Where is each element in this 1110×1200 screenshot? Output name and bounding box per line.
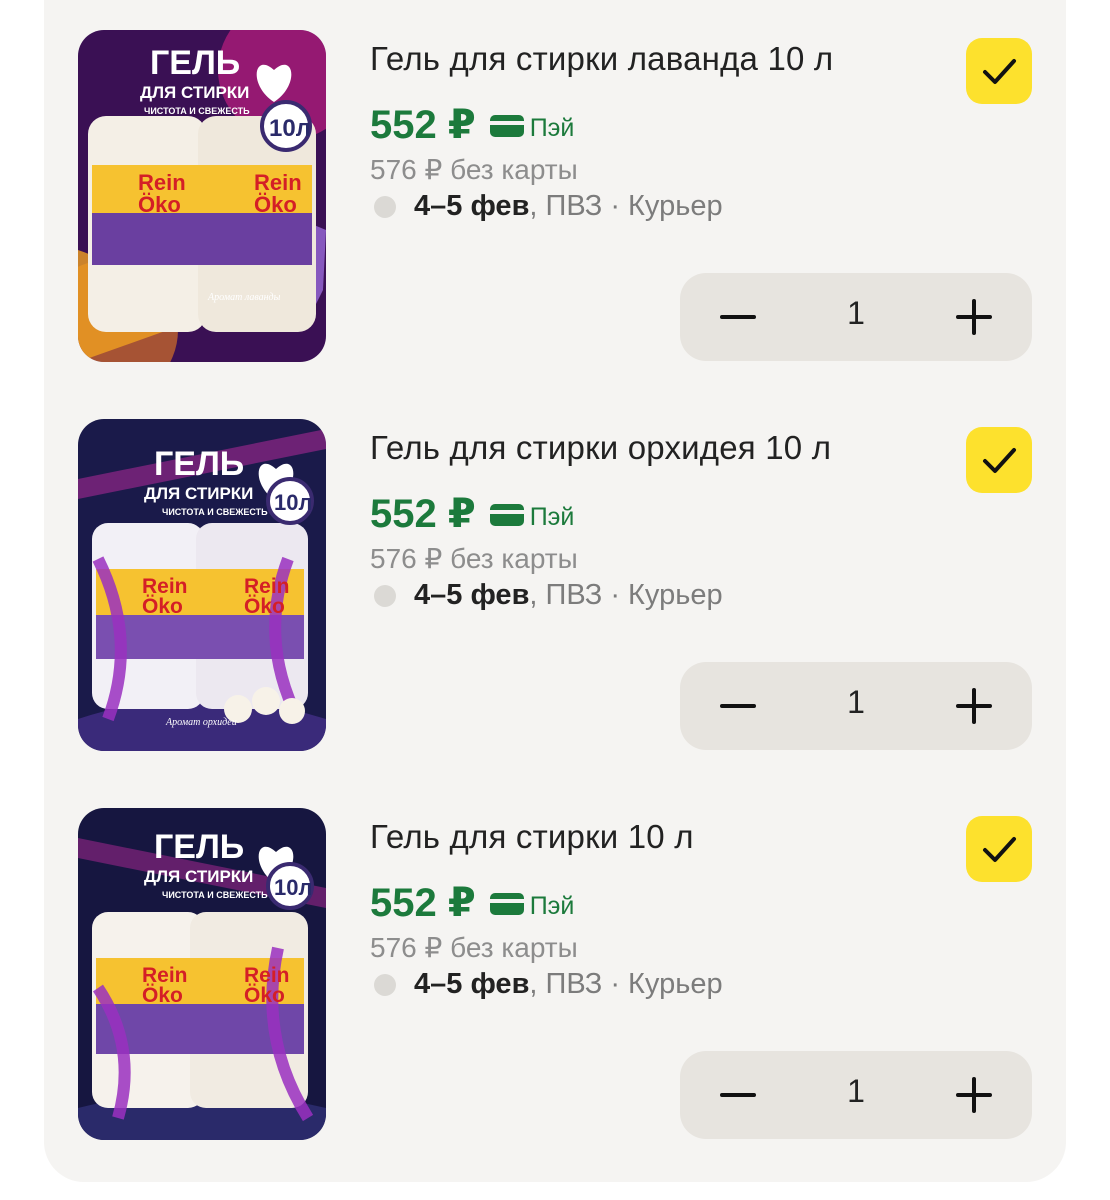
delivery-methods: , ПВЗ · Курьер xyxy=(529,190,723,222)
svg-text:Öko: Öko xyxy=(244,595,285,618)
price: 552 ₽ xyxy=(370,881,476,925)
delivery-info: 4–5 фев , ПВЗ · Курьер xyxy=(374,190,723,223)
increase-button[interactable] xyxy=(924,662,1024,750)
delivery-dates: 4–5 фев xyxy=(414,579,530,611)
delivery-dates: 4–5 фев xyxy=(414,190,530,222)
checkmark-icon xyxy=(983,837,1016,862)
select-checkbox[interactable] xyxy=(966,427,1032,493)
delivery-methods: , ПВЗ · Курьер xyxy=(529,579,723,611)
card-icon xyxy=(489,893,524,915)
select-checkbox[interactable] xyxy=(966,816,1032,882)
plus-icon xyxy=(956,299,992,335)
cart-item: Rein Öko Rein Öko ГЕЛЬ ДЛЯ СТИРКИ ЧИСТОТ… xyxy=(44,419,1066,779)
card-icon xyxy=(489,115,524,137)
product-title[interactable]: Гель для стирки 10 л xyxy=(370,818,694,856)
svg-text:ЧИСТОТА И СВЕЖЕСТЬ: ЧИСТОТА И СВЕЖЕСТЬ xyxy=(162,507,268,517)
pay-label: Пэй xyxy=(529,502,575,531)
checkmark-icon xyxy=(983,448,1016,473)
product-title[interactable]: Гель для стирки лаванда 10 л xyxy=(370,40,833,78)
svg-text:Öko: Öko xyxy=(254,192,297,217)
price-without-card: 576 ₽ без карты xyxy=(370,154,578,185)
plus-icon xyxy=(956,688,992,724)
svg-text:10л: 10л xyxy=(269,115,311,142)
svg-text:ЧИСТОТА И СВЕЖЕСТЬ: ЧИСТОТА И СВЕЖЕСТЬ xyxy=(162,890,268,900)
select-checkbox[interactable] xyxy=(966,38,1032,104)
price: 552 ₽ xyxy=(370,103,476,147)
svg-text:Аромат лаванды: Аромат лаванды xyxy=(207,292,281,303)
product-image[interactable]: Rein Öko Rein Öko ГЕЛЬ ДЛЯ СТИРКИ ЧИСТОТ… xyxy=(78,419,326,751)
svg-text:ДЛЯ СТИРКИ: ДЛЯ СТИРКИ xyxy=(144,867,253,886)
product-image[interactable]: Rein Öko Rein Öko ГЕЛЬ ДЛЯ СТИРКИ ЧИСТОТ… xyxy=(78,808,326,1140)
product-image[interactable]: Rein Öko Rein Öko ГЕЛЬ ДЛЯ СТИРКИ ЧИСТОТ… xyxy=(78,30,326,362)
cart-item: Rein Öko Rein Öko ГЕЛЬ ДЛЯ СТИРКИ ЧИСТОТ… xyxy=(44,30,1066,390)
svg-text:ГЕЛЬ: ГЕЛЬ xyxy=(154,828,244,866)
status-dot-icon xyxy=(374,584,396,607)
status-dot-icon xyxy=(374,195,396,218)
svg-text:Öko: Öko xyxy=(142,984,183,1007)
price-without-card: 576 ₽ без карты xyxy=(370,932,578,963)
svg-text:10л: 10л xyxy=(274,875,312,900)
checkmark-icon xyxy=(983,59,1016,84)
price: 552 ₽ xyxy=(370,492,476,536)
svg-text:10л: 10л xyxy=(274,490,312,515)
svg-text:ЧИСТОТА И СВЕЖЕСТЬ: ЧИСТОТА И СВЕЖЕСТЬ xyxy=(144,106,250,116)
svg-text:Öko: Öko xyxy=(138,192,181,217)
price-row: 552 ₽ Пэй xyxy=(370,491,574,537)
delivery-dates: 4–5 фев xyxy=(414,968,530,1000)
increase-button[interactable] xyxy=(924,1051,1024,1139)
cart-panel: Rein Öko Rein Öko ГЕЛЬ ДЛЯ СТИРКИ ЧИСТОТ… xyxy=(44,0,1066,1182)
delivery-info: 4–5 фев , ПВЗ · Курьер xyxy=(374,579,723,612)
pay-label: Пэй xyxy=(529,113,575,142)
svg-text:Öko: Öko xyxy=(244,984,285,1007)
product-title[interactable]: Гель для стирки орхидея 10 л xyxy=(370,429,831,467)
price-row: 552 ₽ Пэй xyxy=(370,880,574,926)
increase-button[interactable] xyxy=(924,273,1024,361)
svg-text:Аромат орхидеи: Аромат орхидеи xyxy=(165,717,237,728)
svg-text:ДЛЯ СТИРКИ: ДЛЯ СТИРКИ xyxy=(144,484,253,503)
svg-text:ГЕЛЬ: ГЕЛЬ xyxy=(150,44,240,82)
quantity-stepper: 1 xyxy=(680,1051,1032,1139)
quantity-stepper: 1 xyxy=(680,662,1032,750)
svg-text:Öko: Öko xyxy=(142,595,183,618)
quantity-stepper: 1 xyxy=(680,273,1032,361)
delivery-info: 4–5 фев , ПВЗ · Курьер xyxy=(374,968,723,1001)
cart-item: Rein Öko Rein Öko ГЕЛЬ ДЛЯ СТИРКИ ЧИСТОТ… xyxy=(44,808,1066,1168)
price-row: 552 ₽ Пэй xyxy=(370,102,574,148)
card-icon xyxy=(489,504,524,526)
svg-text:ГЕЛЬ: ГЕЛЬ xyxy=(154,445,244,483)
price-without-card: 576 ₽ без карты xyxy=(370,543,578,574)
status-dot-icon xyxy=(374,973,396,996)
delivery-methods: , ПВЗ · Курьер xyxy=(529,968,723,1000)
plus-icon xyxy=(956,1077,992,1113)
pay-label: Пэй xyxy=(529,891,575,920)
svg-text:ДЛЯ СТИРКИ: ДЛЯ СТИРКИ xyxy=(140,83,249,102)
